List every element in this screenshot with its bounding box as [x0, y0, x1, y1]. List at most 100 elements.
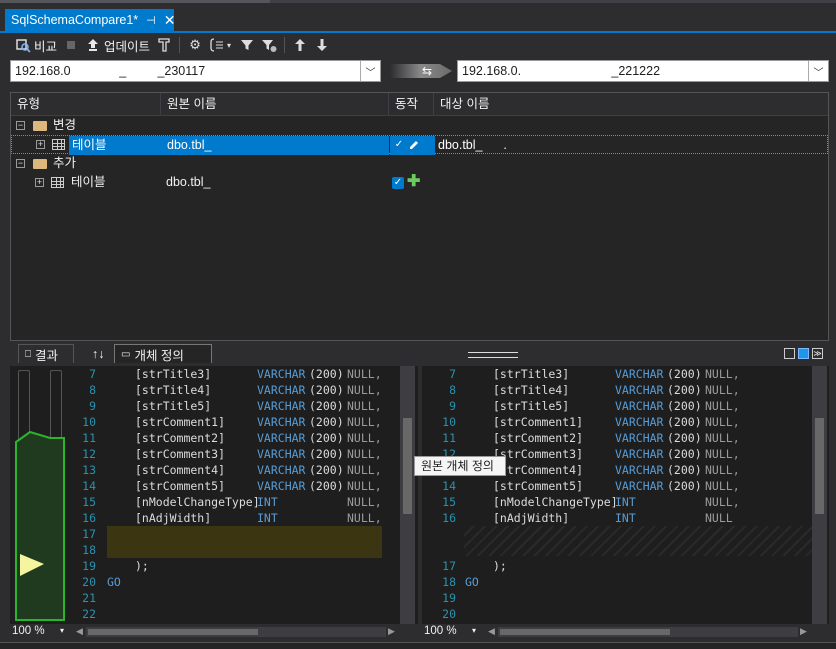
options-button[interactable]: ⚙ [184, 34, 206, 56]
line-number: 7 [449, 367, 456, 381]
source-pane-statusbar: 100 % ▾ ◀ ▶ [10, 624, 418, 640]
previous-change-button[interactable] [289, 34, 311, 56]
column-header-target-name[interactable]: 대상 이름 [434, 93, 828, 115]
code-size: (200) [309, 447, 344, 461]
code-size: (200) [667, 463, 702, 477]
line-number: 8 [449, 383, 456, 397]
row-type: 테이블 [71, 175, 106, 189]
line-number: 16 [82, 511, 96, 525]
group-label: 변경 [53, 118, 77, 132]
code-column-name: [strComment5] [493, 479, 584, 493]
zoom-level[interactable]: 100 % [424, 625, 457, 637]
code-nullability: NULL, [347, 383, 382, 397]
line-number: 7 [89, 367, 96, 381]
line-number: 20 [82, 575, 96, 589]
chevron-down-icon[interactable]: ▾ [225, 37, 233, 53]
diff-highlight [107, 526, 382, 542]
include-checkbox[interactable]: ✓ [392, 177, 404, 189]
split-vertical-icon[interactable] [784, 348, 795, 359]
split-horizontal-icon[interactable] [798, 348, 809, 359]
gear-icon: ⚙ [189, 37, 201, 52]
code-nullability: NULL, [347, 415, 382, 429]
column-header-action[interactable]: 동작 [389, 93, 434, 115]
splitter-grip[interactable] [468, 352, 518, 358]
clear-filter-button[interactable] [258, 34, 280, 56]
chevron-down-icon[interactable]: ﹀ [360, 61, 380, 81]
vertical-scrollbar[interactable] [812, 366, 827, 624]
collapse-icon[interactable]: − [16, 159, 25, 168]
sort-button[interactable]: ↑↓ [86, 344, 110, 363]
generate-script-button[interactable] [153, 34, 175, 56]
target-definition-pane[interactable]: 7 [strTitle3] VARCHAR (200) NULL, 8 [strTitle4… [422, 366, 829, 624]
code-nullability: NULL, [705, 367, 740, 381]
scroll-left-icon[interactable]: ◀ [488, 626, 495, 637]
filter-button[interactable] [236, 34, 258, 56]
diff-highlight [107, 542, 382, 558]
table-row[interactable]: + 테이블 dbo.tbl_ ✓ ✚ [11, 173, 828, 192]
scrollbar-thumb[interactable] [500, 629, 670, 635]
include-checkbox[interactable]: ✓ [393, 139, 405, 151]
expand-icon[interactable]: + [36, 140, 45, 149]
vertical-scrollbar[interactable] [400, 366, 415, 624]
script-icon [156, 37, 172, 53]
column-header-type[interactable]: 유형 [11, 93, 161, 115]
group-results-button[interactable]: ▾ [206, 34, 236, 56]
table-row[interactable]: + 테이블 dbo.tbl_ ✓ dbo.tbl_ . [11, 135, 828, 155]
zoom-level[interactable]: 100 % [12, 625, 45, 637]
pin-icon[interactable]: ⊣ [146, 14, 156, 27]
scrollbar-thumb[interactable] [88, 629, 258, 635]
line-number: 12 [82, 447, 96, 461]
next-change-button[interactable] [311, 34, 333, 56]
collapse-icon[interactable]: − [16, 121, 25, 130]
expand-icon[interactable]: + [35, 178, 44, 187]
source-definition-pane[interactable]: 7 [strTitle3] VARCHAR (200) NULL, 8 [strTitle4… [10, 366, 418, 624]
code-keyword: VARCHAR [257, 383, 306, 397]
overview-margin[interactable] [12, 370, 68, 622]
tab-results[interactable]: ⎕ 결과 [18, 344, 74, 363]
line-number: 14 [442, 479, 456, 493]
group-row-added[interactable]: − 추가 [11, 154, 828, 173]
code-keyword: VARCHAR [257, 447, 306, 461]
collapse-pane-icon[interactable]: ≫ [812, 348, 823, 359]
scrollbar-thumb[interactable] [403, 418, 412, 514]
line-number: 21 [82, 591, 96, 605]
scroll-right-icon[interactable]: ▶ [800, 626, 807, 637]
code-size: (200) [667, 383, 702, 397]
code-nullability: NULL, [347, 495, 382, 509]
chevron-down-icon[interactable]: ▾ [472, 626, 476, 635]
code-column-name: [nAdjWidth] [493, 511, 570, 525]
code-size: (200) [667, 447, 702, 461]
horizontal-scrollbar[interactable] [498, 627, 798, 637]
compare-label: 비교 [34, 39, 58, 54]
scrollbar-thumb[interactable] [815, 418, 824, 514]
close-icon[interactable]: ✕ [164, 12, 176, 29]
code-keyword: GO [465, 575, 479, 589]
line-number: 19 [82, 559, 96, 573]
code-column-name: ); [135, 559, 149, 573]
chevron-down-icon[interactable]: ﹀ [808, 61, 828, 81]
code-nullability: NULL, [347, 511, 382, 525]
scroll-right-icon[interactable]: ▶ [388, 626, 395, 637]
code-size: (200) [309, 463, 344, 477]
toolbar-separator [284, 37, 286, 53]
code-keyword: INT [257, 495, 278, 509]
code-column-name: [nModelChangeType] [135, 495, 260, 509]
column-header-source-name[interactable]: 원본 이름 [161, 93, 389, 115]
horizontal-scrollbar[interactable] [86, 627, 386, 637]
line-number: 15 [442, 495, 456, 509]
code-keyword: VARCHAR [257, 399, 306, 413]
source-database-select[interactable]: 192.168.0 _ _230117 ﹀ [10, 60, 381, 82]
update-button[interactable]: 업데이트 [82, 34, 153, 56]
group-row-changed[interactable]: − 변경 [11, 116, 828, 135]
code-nullability: NULL, [347, 367, 382, 381]
stop-button[interactable] [60, 34, 82, 56]
target-database-select[interactable]: 192.168.0. _221222 ﹀ [457, 60, 829, 82]
code-column-name: [nModelChangeType] [493, 495, 618, 509]
document-tab[interactable]: SqlSchemaCompare1* ⊣ ✕ [5, 9, 176, 31]
top-strip [0, 0, 836, 3]
chevron-down-icon[interactable]: ▾ [60, 626, 64, 635]
tab-object-definition[interactable]: ▭ 개체 정의 [114, 344, 212, 363]
scroll-left-icon[interactable]: ◀ [76, 626, 83, 637]
compare-button[interactable]: 비교 [12, 34, 60, 56]
swap-source-target-button[interactable]: ⇆ [390, 60, 454, 82]
